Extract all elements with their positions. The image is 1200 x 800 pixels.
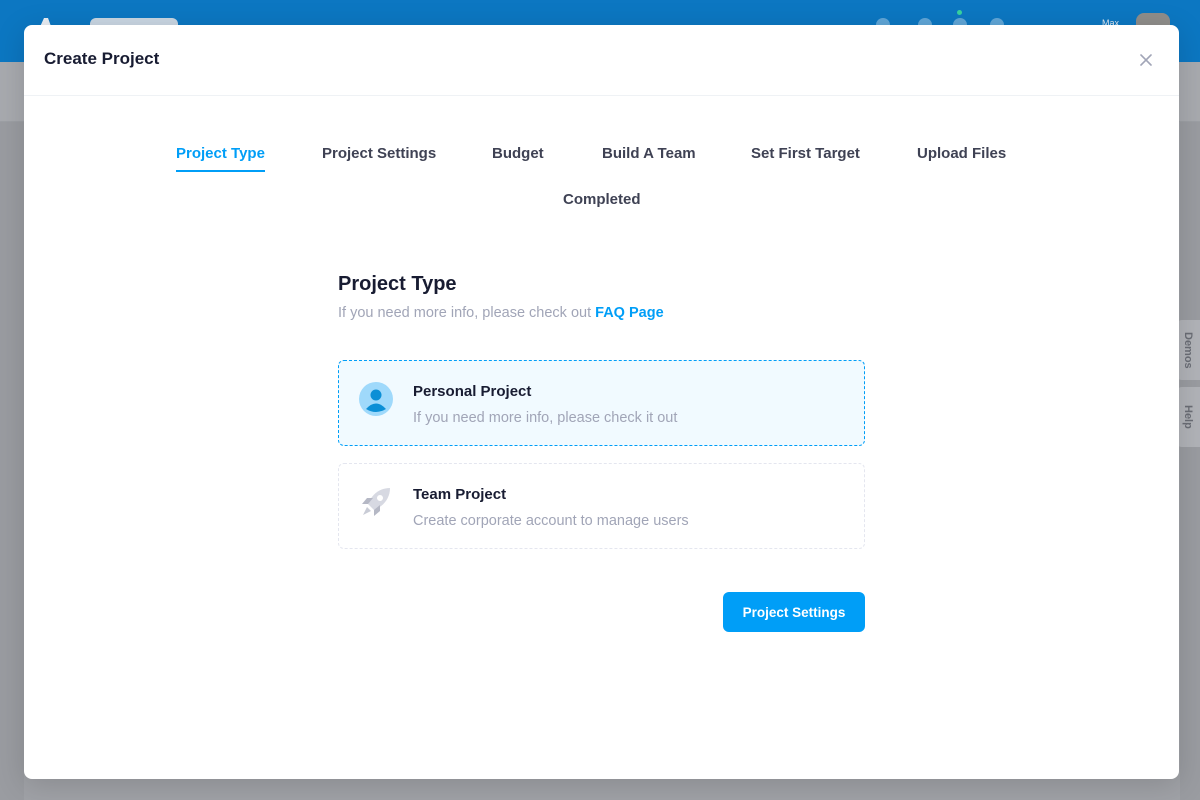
close-icon	[1140, 54, 1152, 66]
step-build-a-team[interactable]: Build A Team	[602, 145, 696, 170]
step-upload-files[interactable]: Upload Files	[917, 145, 1006, 170]
option-personal-project[interactable]: Personal Project If you need more info, …	[338, 360, 865, 446]
step-project-settings[interactable]: Project Settings	[322, 145, 436, 170]
project-settings-button[interactable]: Project Settings	[723, 592, 865, 632]
project-type-section: Project Type If you need more info, plea…	[338, 273, 865, 632]
option-title: Personal Project	[413, 383, 532, 400]
create-project-modal: Create Project Project Type Project Sett…	[24, 25, 1179, 779]
help-side-tab-label: Help	[1182, 405, 1194, 429]
close-button[interactable]	[1135, 49, 1157, 71]
option-title: Team Project	[413, 486, 507, 503]
section-title: Project Type	[338, 273, 457, 295]
section-subtext: If you need more info, please check out …	[338, 305, 865, 321]
demos-side-tab[interactable]: Demos	[1176, 320, 1200, 380]
modal-title: Create Project	[44, 49, 160, 68]
option-description: If you need more info, please check it o…	[413, 410, 678, 426]
option-description: Create corporate account to manage users	[413, 513, 689, 529]
step-set-first-target[interactable]: Set First Target	[751, 145, 860, 170]
help-side-tab[interactable]: Help	[1176, 387, 1200, 447]
option-team-project[interactable]: Team Project Create corporate account to…	[338, 463, 865, 549]
step-completed[interactable]: Completed	[563, 191, 641, 216]
notification-dot	[957, 10, 962, 15]
step-project-type[interactable]: Project Type	[176, 145, 265, 172]
rocket-icon	[362, 488, 390, 516]
user-icon	[359, 382, 393, 416]
step-budget[interactable]: Budget	[492, 145, 544, 170]
section-subtext-label: If you need more info, please check out	[338, 305, 592, 321]
demos-side-tab-label: Demos	[1182, 331, 1194, 369]
faq-link[interactable]: FAQ Page	[595, 305, 664, 321]
modal-header: Create Project	[24, 25, 1179, 96]
